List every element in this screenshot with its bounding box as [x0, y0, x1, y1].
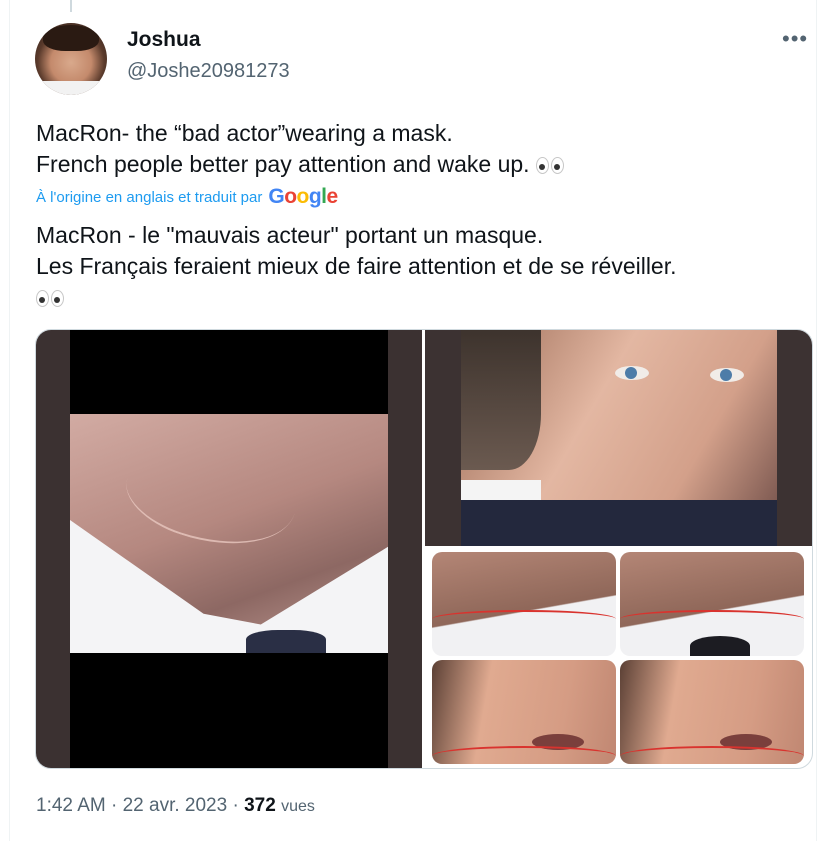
face-hair [461, 330, 541, 470]
meta-separator: · [232, 795, 239, 816]
more-options-icon[interactable]: ••• [782, 26, 808, 52]
original-line-2: French people better pay attention and w… [36, 151, 530, 177]
timeline-border-left [9, 0, 10, 841]
image-letterbox-bottom [70, 653, 388, 768]
red-annotation-line [620, 746, 804, 766]
image-letterbox-top [70, 330, 388, 414]
neck-crop [620, 552, 804, 656]
tweet-media[interactable] [35, 329, 813, 769]
red-annotation-line [432, 746, 616, 766]
media-image-neck-closeup[interactable] [36, 330, 422, 768]
thread-connector-line [70, 0, 72, 12]
author-handle[interactable]: @Joshe20981273 [127, 60, 290, 83]
mouth-crop [432, 660, 616, 764]
tweet-date[interactable]: 22 avr. 2023 [123, 795, 228, 816]
original-line-1: MacRon- the “bad actor”wearing a mask. [36, 120, 453, 146]
mouth-crop [620, 660, 804, 764]
views-label: vues [281, 798, 315, 815]
timeline-border-right [816, 0, 817, 841]
eyes-emoji-icon [36, 282, 66, 313]
media-image-mouth-crop-2[interactable] [620, 660, 804, 764]
translation-note-text: À l'origine en anglais et traduit par [36, 188, 263, 206]
red-annotation-line [432, 610, 616, 628]
avatar-shirt [35, 81, 107, 95]
views-count: 372 [244, 795, 276, 816]
avatar[interactable] [35, 23, 107, 95]
translation-attribution[interactable]: À l'origine en anglais et traduit par Go… [36, 185, 338, 209]
tie-knot [246, 630, 326, 654]
translated-line-2: Les Français feraient mieux de faire att… [36, 253, 677, 279]
eyes-emoji-icon [535, 149, 566, 180]
left-eye [615, 366, 649, 380]
tweet-time[interactable]: 1:42 AM [36, 795, 106, 816]
right-eye [710, 368, 744, 382]
tweet-meta: 1:42 AM · 22 avr. 2023 · 372 vues [36, 795, 315, 817]
media-image-neck-crop-2[interactable] [620, 552, 804, 656]
tweet-translated-text: MacRon - le "mauvais acteur" portant un … [36, 220, 677, 313]
author-name[interactable]: Joshua [127, 28, 201, 52]
tie-knot [690, 636, 750, 656]
tweet-original-text: MacRon- the “bad actor”wearing a mask. F… [36, 118, 566, 180]
meta-separator: · [111, 795, 118, 816]
avatar-hair [43, 25, 99, 51]
media-image-neck-crop-1[interactable] [432, 552, 616, 656]
red-annotation-line [620, 610, 804, 628]
face-suit [461, 500, 777, 546]
google-logo-icon: Google [268, 185, 338, 208]
neck-crop [432, 552, 616, 656]
media-image-face-closeup[interactable] [425, 330, 812, 546]
translated-line-1: MacRon - le "mauvais acteur" portant un … [36, 222, 544, 248]
media-image-mouth-crop-1[interactable] [432, 660, 616, 764]
